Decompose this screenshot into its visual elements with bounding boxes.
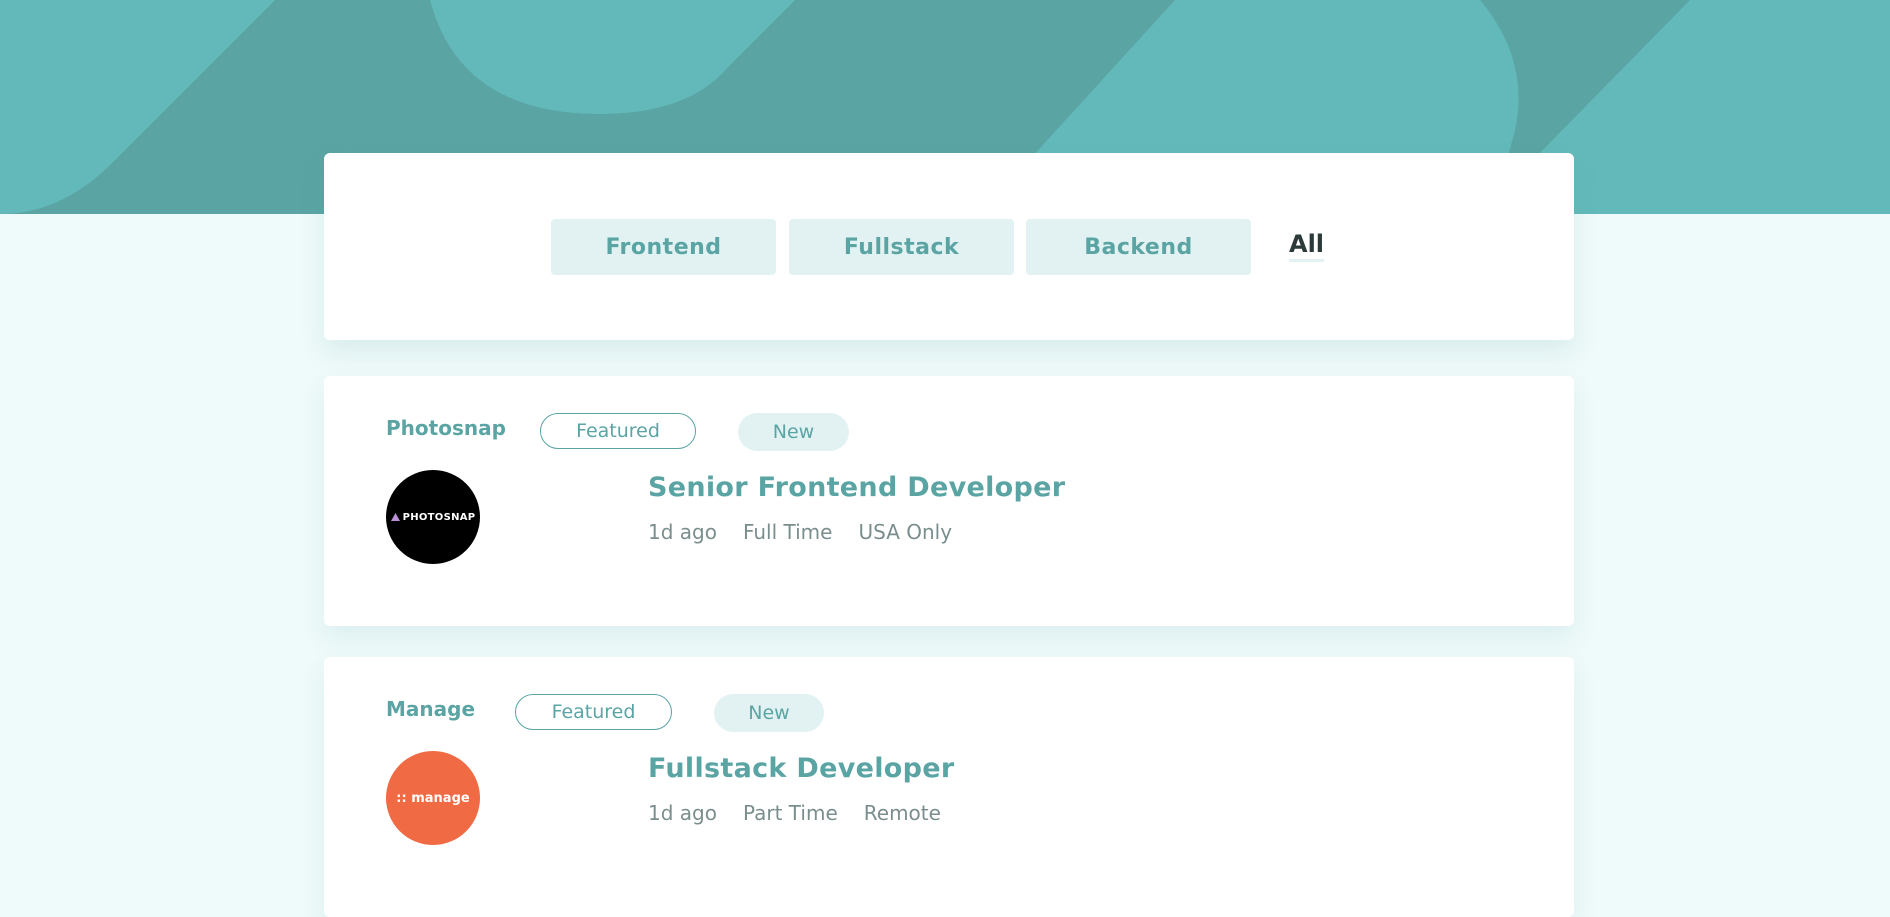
filter-all-link[interactable]: All [1289, 229, 1325, 262]
photosnap-triangle-icon [390, 513, 400, 521]
filter-bar: Frontend Fullstack Backend All [324, 153, 1574, 340]
new-badge: New [714, 694, 824, 732]
logo-text: :: manage [396, 790, 470, 806]
job-location: Remote [863, 801, 941, 825]
filter-tag-fullstack[interactable]: Fullstack [789, 219, 1014, 275]
job-meta: 1d ago Part Time Remote [648, 801, 941, 825]
featured-badge: Featured [515, 694, 672, 730]
job-card-photosnap[interactable]: Photosnap Featured New PHOTOSNAP Senior … [324, 376, 1574, 626]
contract-type: Part Time [742, 801, 838, 825]
logo-text: PHOTOSNAP [402, 511, 476, 523]
job-location: USA Only [858, 520, 953, 544]
filter-tag-backend[interactable]: Backend [1026, 219, 1251, 275]
company-name: Photosnap [386, 416, 506, 440]
contract-type: Full Time [742, 520, 833, 544]
company-name: Manage [386, 697, 476, 721]
job-meta: 1d ago Full Time USA Only [648, 520, 952, 544]
job-title[interactable]: Fullstack Developer [648, 753, 954, 784]
job-card-manage[interactable]: Manage Featured New :: manage Fullstack … [324, 657, 1574, 917]
posted-time: 1d ago [648, 520, 717, 544]
company-logo: :: manage [386, 751, 480, 845]
filter-tag-frontend[interactable]: Frontend [551, 219, 776, 275]
featured-badge: Featured [540, 413, 696, 449]
new-badge: New [738, 413, 849, 451]
posted-time: 1d ago [648, 801, 717, 825]
job-title[interactable]: Senior Frontend Developer [648, 472, 1065, 503]
company-logo: PHOTOSNAP [386, 470, 480, 564]
